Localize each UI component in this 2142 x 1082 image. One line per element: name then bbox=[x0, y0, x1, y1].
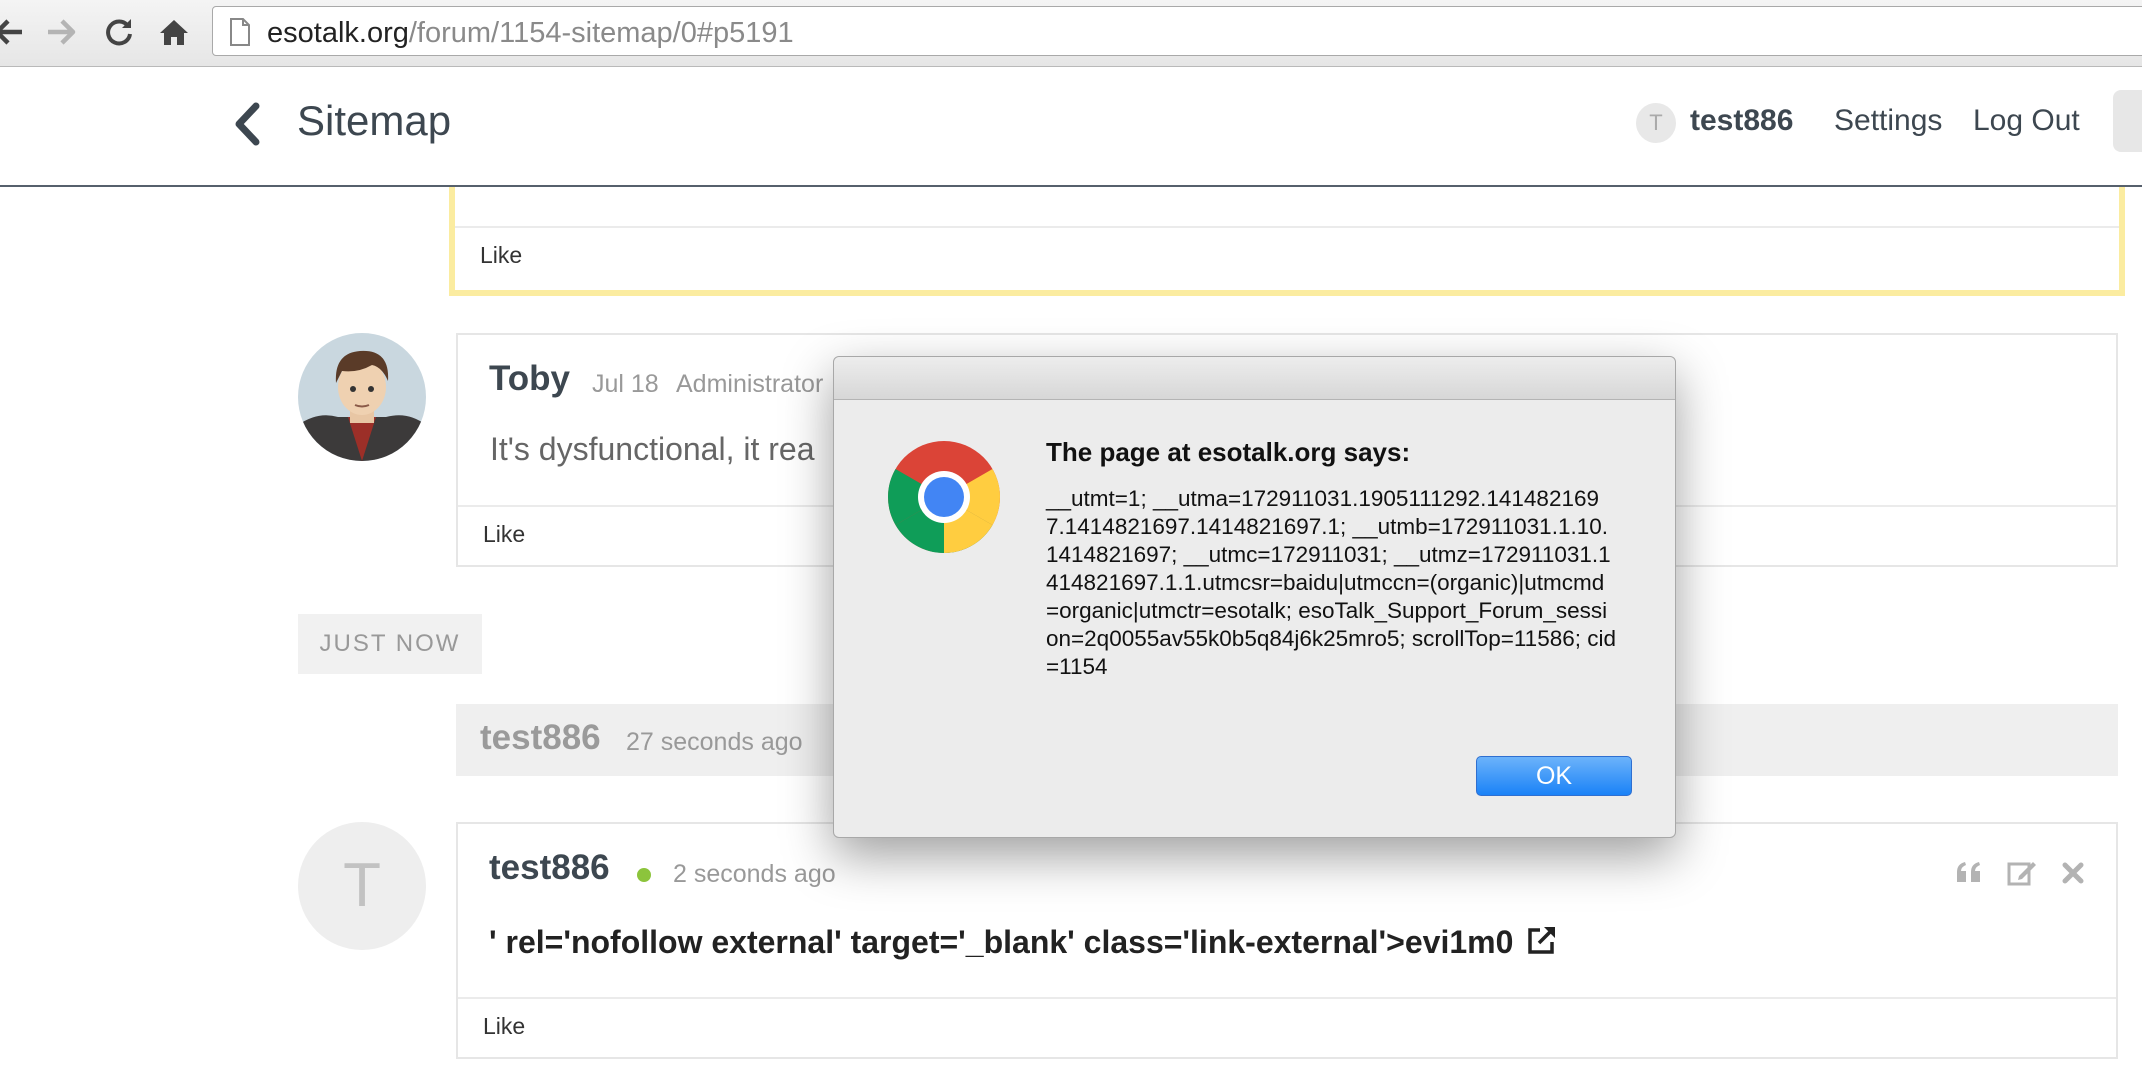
post-body-text: ' rel='nofollow external' target='_blank… bbox=[489, 924, 1514, 960]
post-author[interactable]: test886 bbox=[489, 848, 610, 888]
url-text[interactable]: esotalk.org/forum/1154-sitemap/0#p5191 bbox=[267, 17, 794, 50]
alert-dialog: The page at esotalk.org says: __utmt=1; … bbox=[833, 356, 1676, 838]
time-separator: JUST NOW bbox=[298, 614, 482, 674]
post-author[interactable]: Toby bbox=[489, 359, 570, 399]
like-button[interactable]: Like bbox=[483, 1013, 525, 1040]
post-time[interactable]: 2 seconds ago bbox=[673, 860, 836, 889]
back-arrow-icon[interactable] bbox=[0, 10, 32, 54]
toby-avatar[interactable] bbox=[298, 333, 426, 461]
browser-toolbar: esotalk.org/forum/1154-sitemap/0#p5191 bbox=[0, 0, 2142, 67]
post-test886: test886 2 seconds ago ' rel='nofollow ex… bbox=[456, 822, 2118, 1059]
online-status-icon bbox=[637, 868, 651, 882]
header-button-partial[interactable] bbox=[2113, 90, 2142, 152]
like-button[interactable]: Like bbox=[483, 521, 525, 548]
address-bar[interactable]: esotalk.org/forum/1154-sitemap/0#p5191 bbox=[212, 6, 2142, 56]
home-icon[interactable] bbox=[151, 10, 197, 54]
page-icon bbox=[230, 18, 250, 46]
url-path: /forum/1154-sitemap/0#p5191 bbox=[408, 17, 794, 49]
post-date[interactable]: Jul 18 bbox=[592, 370, 659, 399]
user-avatar[interactable]: T bbox=[1636, 103, 1676, 143]
reload-icon[interactable] bbox=[96, 10, 142, 54]
post-body: It's dysfunctional, it rea bbox=[490, 431, 815, 467]
like-button[interactable]: Like bbox=[480, 242, 522, 269]
delete-icon[interactable] bbox=[2062, 862, 2084, 884]
post-role: Administrator bbox=[676, 370, 824, 398]
forward-arrow-icon[interactable] bbox=[38, 10, 84, 54]
forum-header: Sitemap T test886 Settings Log Out bbox=[0, 67, 2142, 187]
chrome-logo-icon bbox=[888, 441, 1001, 553]
edit-icon[interactable] bbox=[2007, 858, 2037, 886]
dialog-message: __utmt=1; __utma=172911031.1905111292.14… bbox=[1046, 486, 1617, 679]
post-body: ' rel='nofollow external' target='_blank… bbox=[489, 924, 1558, 961]
post-footer: Like bbox=[455, 226, 2119, 290]
username-link[interactable]: test886 bbox=[1690, 104, 1793, 138]
dialog-titlebar[interactable] bbox=[834, 357, 1675, 400]
page-title: Sitemap bbox=[297, 97, 452, 144]
ok-button[interactable]: OK bbox=[1476, 756, 1632, 796]
external-link-icon[interactable] bbox=[1526, 924, 1558, 956]
url-host: esotalk.org bbox=[267, 17, 409, 49]
settings-link[interactable]: Settings bbox=[1834, 104, 1942, 138]
chevron-left-icon[interactable] bbox=[233, 102, 263, 146]
test886-avatar[interactable]: T bbox=[298, 822, 426, 950]
dialog-title: The page at esotalk.org says: bbox=[1046, 437, 1411, 467]
activity-time: 27 seconds ago bbox=[626, 728, 803, 756]
post-footer: Like bbox=[458, 997, 2116, 1057]
logout-link[interactable]: Log Out bbox=[1973, 104, 2080, 138]
toby-avatar-image bbox=[298, 333, 426, 461]
quote-icon[interactable] bbox=[1955, 860, 1983, 884]
activity-user[interactable]: test886 bbox=[480, 718, 601, 758]
